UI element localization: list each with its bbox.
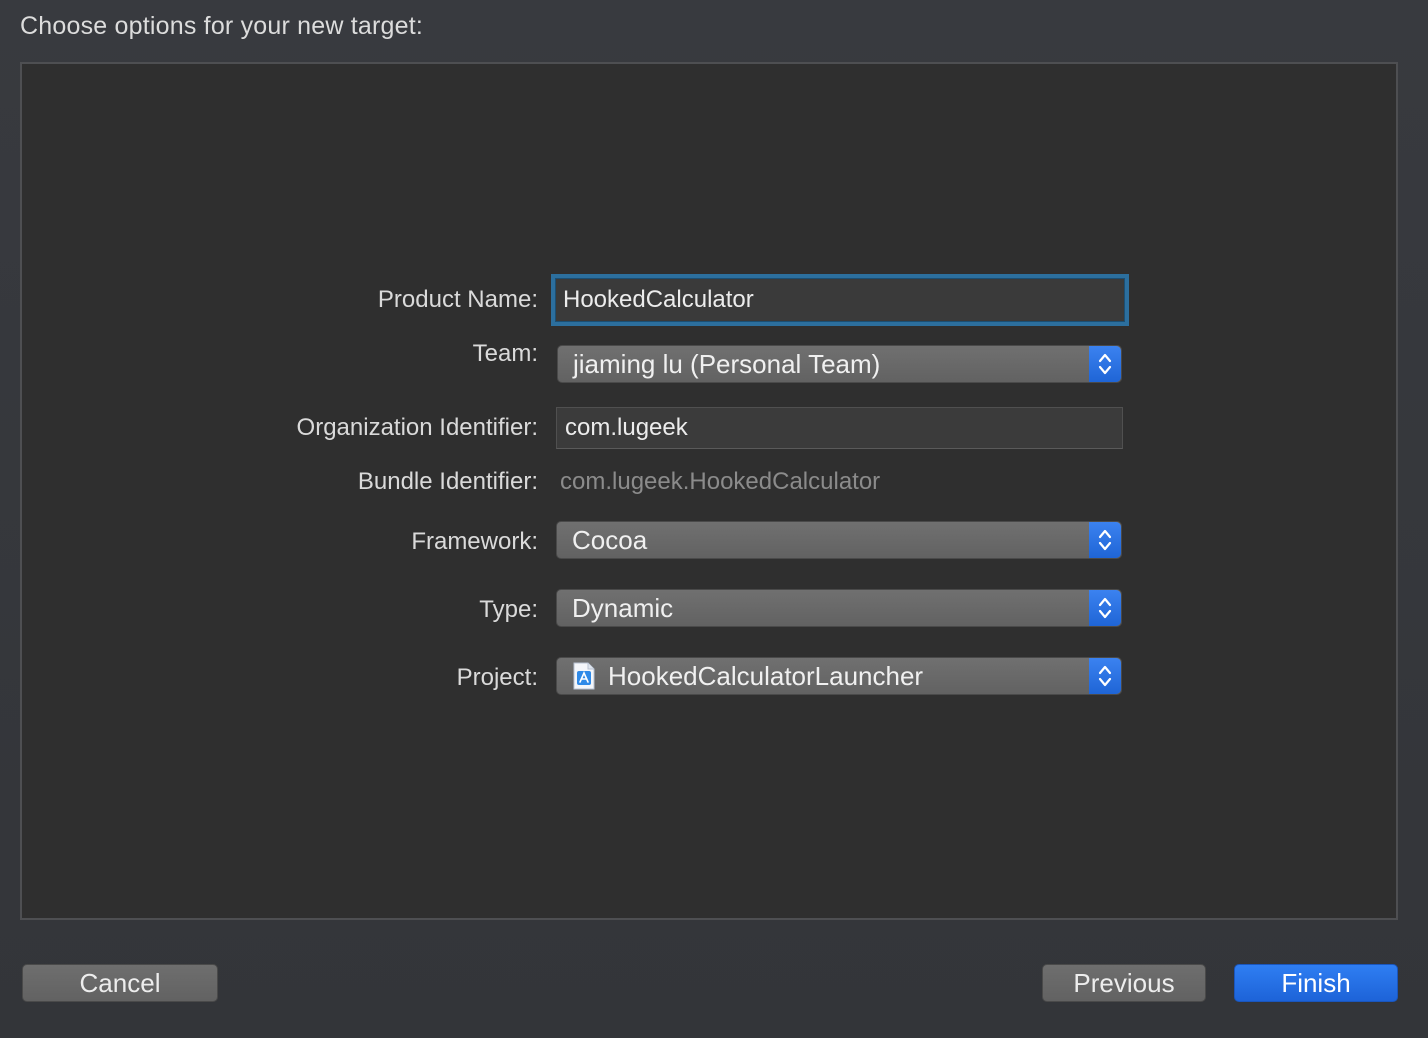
organization-identifier-label: Organization Identifier: [296,414,538,441]
organization-identifier-field[interactable]: com.lugeek [556,407,1123,449]
framework-popup[interactable]: Cocoa [556,521,1122,559]
chevron-up-down-icon [1098,353,1112,375]
type-stepper[interactable] [1089,590,1121,626]
product-name-value: HookedCalculator [563,286,754,313]
bundle-identifier-value: com.lugeek.HookedCalculator [560,468,881,495]
framework-stepper[interactable] [1089,522,1121,558]
project-selected-value: HookedCalculatorLauncher [608,660,924,691]
sheet-title: Choose options for your new target: [20,12,424,40]
type-label: Type: [479,596,538,623]
team-label: Team: [472,340,538,367]
type-selected-value: Dynamic [572,592,674,623]
team-stepper[interactable] [1089,346,1121,382]
chevron-up-down-icon [1098,529,1112,551]
product-name-label: Product Name: [377,286,538,313]
bundle-identifier-label: Bundle Identifier: [357,468,538,495]
cancel-button[interactable]: Cancel [22,964,218,1002]
chevron-up-down-icon [1098,597,1112,619]
product-name-field[interactable]: HookedCalculator [551,274,1129,326]
framework-label: Framework: [411,528,538,555]
type-popup[interactable]: Dynamic [556,589,1122,627]
team-popup[interactable]: jiaming lu (Personal Team) [557,345,1122,383]
project-stepper[interactable] [1089,658,1121,694]
previous-button[interactable]: Previous [1042,964,1206,1002]
chevron-up-down-icon [1098,665,1112,687]
framework-selected-value: Cocoa [572,524,648,555]
xcode-project-icon [573,662,595,690]
project-popup[interactable]: HookedCalculatorLauncher [556,657,1122,695]
finish-button[interactable]: Finish [1234,964,1398,1002]
organization-identifier-value: com.lugeek [565,414,688,441]
team-selected-value: jiaming lu (Personal Team) [573,348,881,379]
project-label: Project: [456,664,538,691]
